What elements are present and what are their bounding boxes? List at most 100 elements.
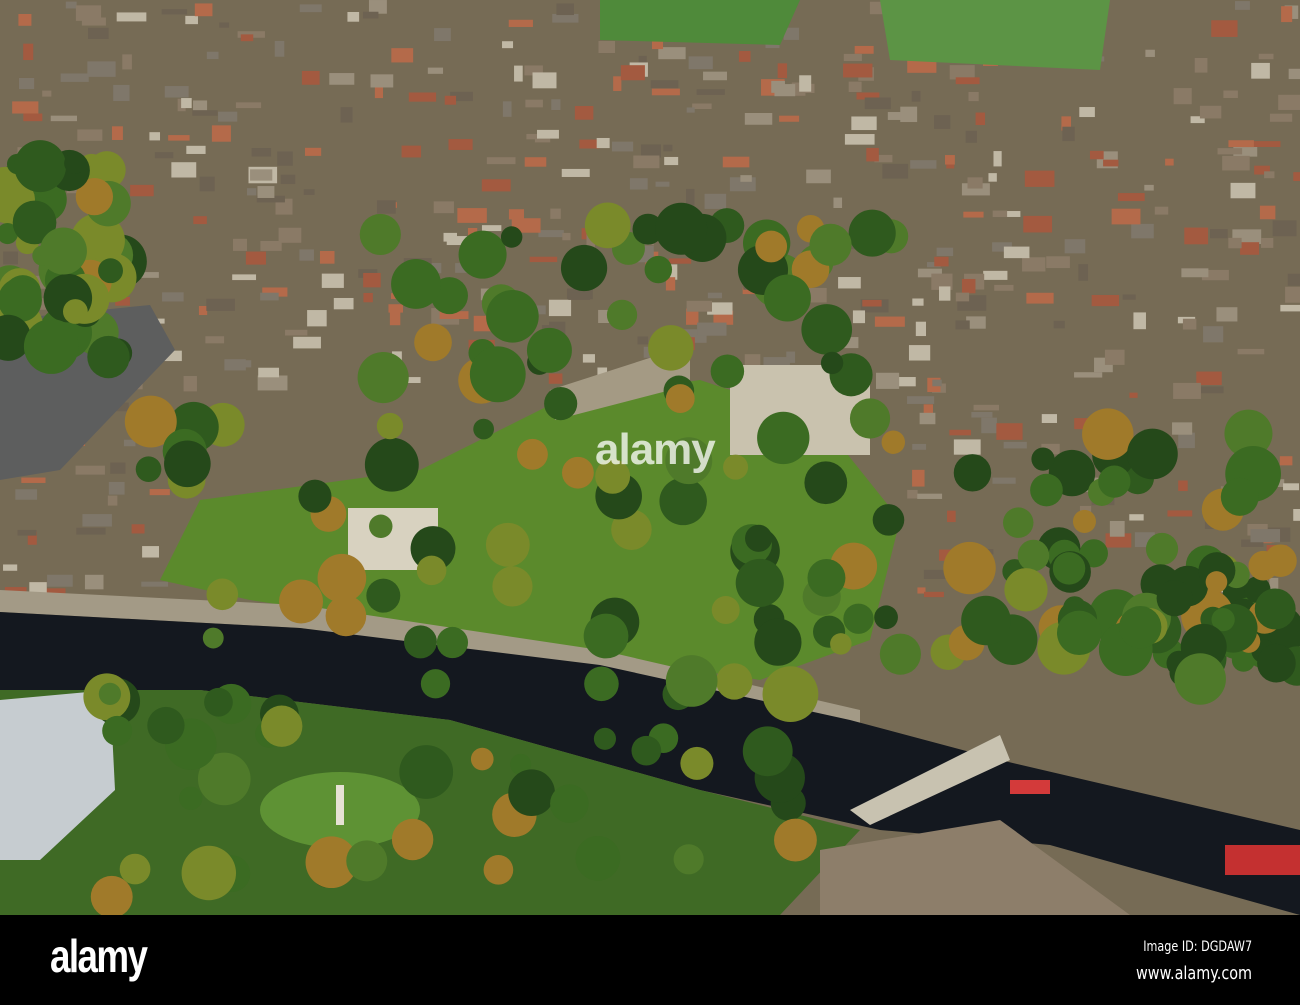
- rooftop: [629, 178, 648, 190]
- rooftop: [1258, 53, 1274, 60]
- rooftop: [1046, 256, 1070, 269]
- rooftop: [164, 86, 189, 98]
- rooftop: [1133, 312, 1146, 330]
- rooftop: [149, 132, 161, 141]
- tree: [872, 504, 905, 536]
- rooftop: [75, 465, 105, 475]
- tree: [648, 325, 694, 371]
- rooftop: [744, 112, 773, 125]
- tree: [1082, 408, 1134, 460]
- rooftop: [907, 396, 935, 404]
- tree: [961, 595, 1011, 646]
- rooftop: [524, 157, 547, 167]
- tree: [801, 304, 853, 355]
- tree: [1017, 539, 1050, 572]
- rooftop: [198, 305, 208, 316]
- rooftop: [319, 251, 335, 264]
- tree: [436, 626, 469, 659]
- rooftop: [307, 310, 327, 327]
- rooftop: [838, 277, 861, 289]
- rooftop: [1278, 94, 1300, 110]
- site-url[interactable]: www.alamy.com: [1136, 963, 1252, 984]
- rooftop: [738, 51, 751, 62]
- rooftop: [340, 107, 353, 123]
- tree: [953, 454, 992, 492]
- rooftop: [874, 316, 905, 327]
- tree: [357, 351, 409, 404]
- tree: [665, 655, 718, 707]
- rooftop: [1234, 1, 1250, 10]
- rooftop: [529, 256, 558, 263]
- tree: [774, 818, 817, 862]
- rooftop: [1117, 193, 1145, 202]
- tree: [317, 553, 367, 603]
- rooftop: [206, 298, 235, 311]
- rooftop: [579, 139, 600, 149]
- rooftop: [1173, 88, 1192, 105]
- rooftop: [280, 174, 296, 185]
- tree: [1052, 552, 1086, 585]
- tree: [1174, 653, 1226, 705]
- tree: [88, 235, 112, 259]
- tree: [755, 230, 788, 263]
- tree: [716, 663, 753, 700]
- rooftop: [65, 1, 77, 9]
- rooftop: [864, 97, 891, 110]
- image-id: Image ID: DGDAW7: [1143, 939, 1252, 955]
- rooftop: [116, 12, 147, 22]
- rooftop: [224, 359, 246, 371]
- tree: [665, 384, 695, 413]
- tree: [164, 440, 211, 488]
- rooftop: [833, 197, 843, 209]
- rooftop: [1222, 155, 1250, 171]
- rooftop: [1026, 292, 1054, 304]
- rooftop: [502, 41, 514, 49]
- rooftop: [963, 211, 984, 218]
- tree: [473, 418, 494, 440]
- rooftop: [233, 238, 247, 251]
- rooftop: [548, 299, 572, 317]
- rooftop: [911, 90, 921, 102]
- tree: [1004, 568, 1048, 612]
- rooftop: [912, 469, 925, 487]
- rooftop: [869, 1, 883, 15]
- rooftop: [87, 61, 116, 77]
- tree: [526, 327, 572, 373]
- rooftop: [854, 45, 874, 54]
- rooftop: [293, 336, 321, 349]
- rooftop: [21, 477, 46, 483]
- rooftop: [992, 210, 1008, 218]
- tree: [298, 479, 332, 513]
- rooftop: [108, 481, 125, 495]
- rooftop: [347, 11, 360, 22]
- rooftop: [218, 111, 238, 122]
- rooftop: [973, 404, 1000, 411]
- rooftop: [696, 89, 725, 95]
- tree: [1072, 509, 1096, 533]
- tree: [485, 522, 530, 567]
- rooftop: [1230, 182, 1256, 199]
- rooftop: [992, 477, 1016, 484]
- rooftop: [1103, 159, 1119, 167]
- tree: [644, 255, 673, 284]
- rooftop: [915, 321, 926, 337]
- rooftop: [111, 126, 123, 140]
- rooftop: [949, 65, 975, 80]
- alamy-logo[interactable]: alamy: [50, 929, 148, 983]
- rooftop: [1259, 205, 1276, 220]
- tree: [583, 613, 629, 659]
- rooftop: [1216, 307, 1238, 322]
- tree: [87, 335, 130, 379]
- tree: [119, 853, 151, 885]
- rooftop: [596, 137, 610, 149]
- tree: [508, 769, 555, 817]
- rooftop: [988, 173, 997, 182]
- rooftop: [240, 34, 254, 42]
- tree: [1264, 544, 1297, 578]
- rooftop: [1129, 392, 1138, 398]
- rooftop: [376, 200, 396, 214]
- rooftop: [193, 100, 208, 112]
- tree: [14, 140, 67, 193]
- rooftop: [199, 176, 215, 192]
- tree: [483, 855, 514, 885]
